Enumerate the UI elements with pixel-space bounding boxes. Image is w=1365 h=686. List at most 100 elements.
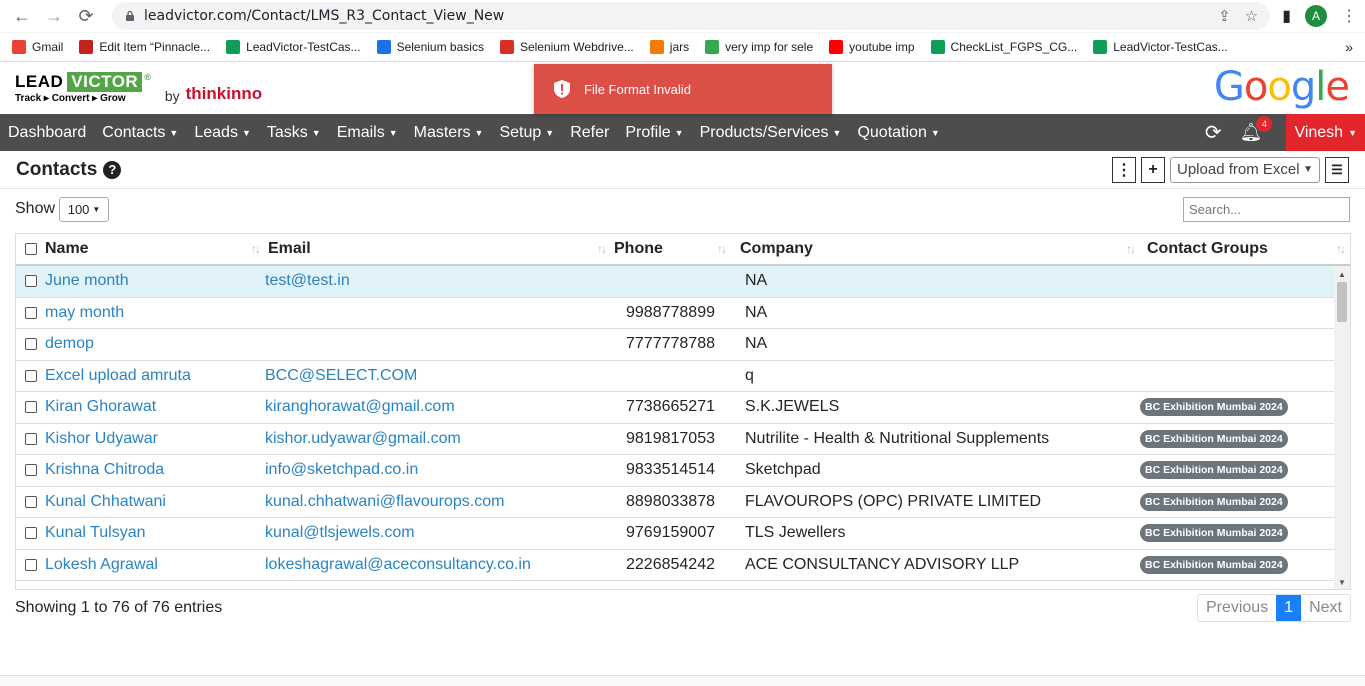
table-row[interactable]: Krishna Chitroda info@sketchpad.co.in 9833… [16,455,1350,487]
row-checkbox[interactable] [24,495,37,508]
column-header-company[interactable]: Company ↑↓ [731,234,1140,264]
nav-item-emails[interactable]: Emails ▼ [329,124,406,142]
next-page-button[interactable]: Next [1301,595,1350,621]
bookmark-item[interactable]: Gmail [12,40,63,54]
sort-icon[interactable]: ↑↓ [1126,242,1136,256]
menu-icon[interactable]: ⋮ [1341,6,1357,26]
reload-icon[interactable]: ⟳ [72,2,100,30]
sort-icon[interactable]: ↑↓ [717,242,727,256]
leadvictor-logo[interactable]: LEAD VICTOR ® Track ▸ Convert ▸ Grow by … [15,72,262,104]
contact-name-link[interactable]: Kishor Udyawar [45,430,158,448]
contact-email-link[interactable]: BCC@SELECT.COM [265,367,417,385]
table-row[interactable]: Kiran Ghorawat kiranghorawat@gmail.com 773… [16,392,1350,424]
sort-icon[interactable]: ↑↓ [1336,242,1346,256]
help-icon[interactable]: ? [103,160,122,179]
contact-email-link[interactable]: kiranghorawat@gmail.com [265,398,455,416]
user-menu-button[interactable]: Vinesh ▼ [1286,114,1365,151]
column-header-groups[interactable]: Contact Groups ↑↓ [1140,234,1350,264]
bookmark-item[interactable]: LeadVictor-TestCas... [1093,40,1228,54]
notification-bell-icon[interactable]: 🔔︎ 4 [1240,116,1273,143]
forward-icon[interactable]: → [40,2,68,30]
bookmark-item[interactable]: CheckList_FGPS_CG... [930,40,1077,54]
search-input[interactable]: Search... [1183,196,1350,222]
cell-name: Lokesh Agrawal [45,550,265,581]
table-row[interactable]: Kishor Udyawar kishor.udyawar@gmail.com 98… [16,424,1350,455]
previous-page-button[interactable]: Previous [1198,595,1276,621]
share-icon[interactable]: ⇪ [1218,7,1231,25]
column-header-name[interactable]: Name ↑↓ [45,234,265,264]
table-row[interactable]: Excel upload amruta BCC@SELECT.COM q [16,361,1350,392]
page-number-button[interactable]: 1 [1276,595,1302,621]
contact-name-link[interactable]: Lokesh Agrawal [45,556,158,574]
nav-item-tasks[interactable]: Tasks ▼ [259,124,329,142]
table-row[interactable]: may month 9988778899 NA [16,298,1350,329]
table-row[interactable]: Lokesh Agrawal lokeshagrawal@aceconsultan… [16,550,1350,581]
row-checkbox[interactable] [24,558,37,571]
address-bar[interactable]: leadvictor.com/Contact/LMS_R3_Contact_Vi… [112,2,1271,30]
more-options-button[interactable]: ⋮ [1112,156,1136,183]
row-checkbox[interactable] [24,369,37,382]
contact-email-link[interactable]: info@sketchpad.co.in [265,461,418,479]
nav-item-refer[interactable]: Refer [562,124,617,142]
bookmark-item[interactable]: Selenium Webdrive... [499,40,634,54]
google-logo-letter: o [1267,64,1292,110]
contact-email-link[interactable]: kunal@tlsjewels.com [265,524,415,542]
scroll-up-icon[interactable]: ▲ [1338,270,1346,279]
contact-email-link[interactable]: test@test.in [265,272,350,290]
column-header-email[interactable]: Email ↑↓ [265,234,611,264]
bookmark-item[interactable]: Edit Item “Pinnacle... [79,40,210,54]
nav-item-leads[interactable]: Leads ▼ [186,124,259,142]
contact-email-link[interactable]: kunal.chhatwani@flavourops.com [265,493,504,511]
bookmarks-overflow-icon[interactable]: » [1345,39,1353,55]
nav-item-profile[interactable]: Profile ▼ [617,124,691,142]
contact-email-link[interactable]: kishor.udyawar@gmail.com [265,430,461,448]
contact-name-link[interactable]: Krishna Chitroda [45,461,164,479]
bookmark-star-icon[interactable]: ☆ [1245,7,1258,25]
column-settings-button[interactable]: ☰ [1325,156,1349,183]
row-checkbox[interactable] [24,432,37,445]
sidebar-icon[interactable]: ▮ [1282,6,1291,26]
sort-icon[interactable]: ↑↓ [251,242,261,256]
contact-name-link[interactable]: Excel upload amruta [45,367,191,385]
scroll-thumb[interactable] [1337,282,1347,322]
contact-name-link[interactable]: Kunal Tulsyan [45,524,146,542]
row-checkbox[interactable] [24,464,37,477]
bookmark-item[interactable]: jars [649,40,689,54]
table-row[interactable]: demop 7777778788 NA [16,329,1350,361]
add-contact-button[interactable]: + [1141,156,1165,183]
nav-item-setup[interactable]: Setup ▼ [491,124,562,142]
bookmark-item[interactable]: Selenium basics [376,40,484,54]
scroll-down-icon[interactable]: ▼ [1338,578,1346,587]
row-checkbox[interactable] [24,275,37,288]
contact-name-link[interactable]: Kiran Ghorawat [45,398,156,416]
table-scrollbar[interactable]: ▲ ▼ [1334,266,1350,589]
sort-icon[interactable]: ↑↓ [597,242,607,256]
row-checkbox[interactable] [24,401,37,414]
table-row[interactable]: Kunal Chhatwani kunal.chhatwani@flavourop… [16,487,1350,518]
page-length-select[interactable]: 100 ▼ [59,196,110,222]
nav-item-dashboard[interactable]: Dashboard [0,124,94,142]
nav-item-products-services[interactable]: Products/Services ▼ [692,124,850,142]
select-all-checkbox[interactable] [24,243,37,255]
column-header-phone[interactable]: Phone ↑↓ [611,234,731,264]
back-icon[interactable]: ← [8,2,36,30]
table-row[interactable]: Kunal Tulsyan kunal@tlsjewels.com 97691590… [16,518,1350,550]
bookmark-item[interactable]: youtube imp [829,40,915,54]
nav-item-quotation[interactable]: Quotation ▼ [849,124,947,142]
avatar[interactable]: A [1305,5,1327,27]
row-checkbox[interactable] [24,338,37,351]
contact-email-link[interactable]: lokeshagrawal@aceconsultancy.co.in [265,556,531,574]
row-checkbox[interactable] [24,527,37,540]
refresh-icon[interactable]: ⟳ [1205,120,1222,145]
upload-from-excel-select[interactable]: Upload from Excel ▼ [1170,156,1320,183]
nav-item-contacts[interactable]: Contacts ▼ [94,124,186,142]
bookmark-item[interactable]: very imp for sele [705,40,813,54]
nav-item-masters[interactable]: Masters ▼ [406,124,492,142]
bookmark-item[interactable]: LeadVictor-TestCas... [226,40,361,54]
row-checkbox[interactable] [24,306,37,319]
contact-name-link[interactable]: demop [45,335,94,353]
contact-name-link[interactable]: may month [45,304,124,322]
contact-name-link[interactable]: June month [45,272,129,290]
contact-name-link[interactable]: Kunal Chhatwani [45,493,166,511]
table-row[interactable]: June month test@test.in NA [16,266,1350,298]
